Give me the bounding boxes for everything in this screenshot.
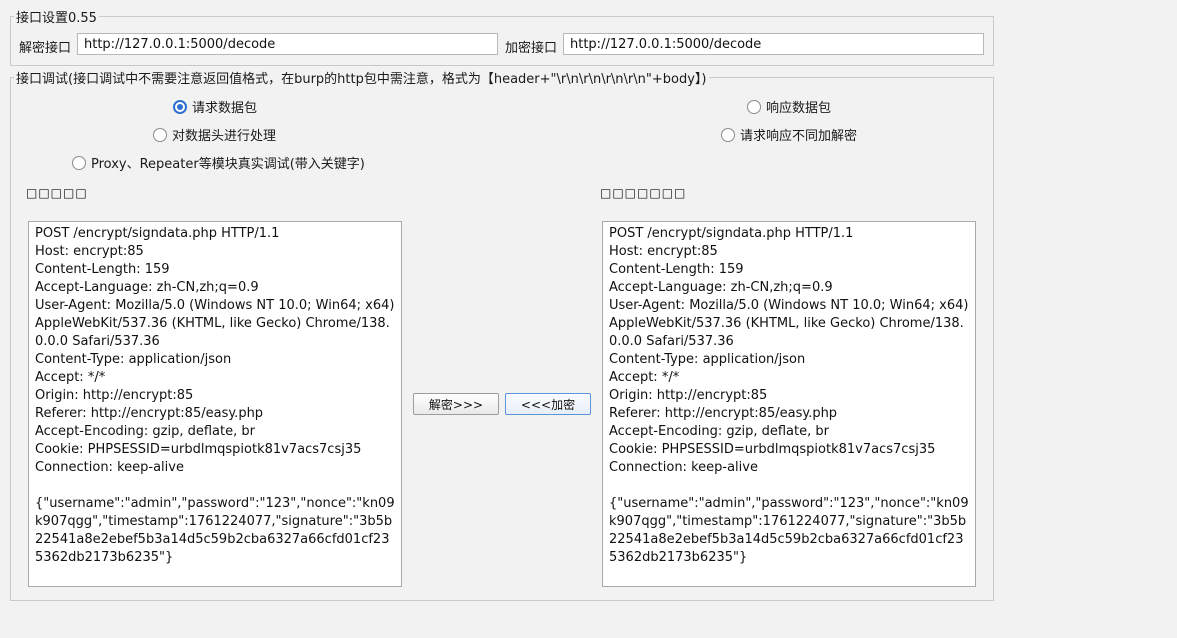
right-panel-title: □□□□□□□ (600, 186, 687, 200)
radio-request-packet[interactable]: 请求数据包 (173, 97, 257, 116)
result-packet-textarea[interactable] (602, 221, 976, 587)
decode-url-field[interactable] (77, 33, 498, 55)
debug-legend: 接口调试(接口调试中不需要注意返回值格式，在burp的http包中需注意，格式为… (14, 68, 709, 87)
radio-response-label: 响应数据包 (766, 101, 832, 116)
encrypt-button[interactable]: <<<加密 (505, 393, 591, 415)
left-panel-title: □□□□□ (26, 186, 88, 200)
radio-selected-icon (173, 99, 187, 114)
radio-proxy-label: Proxy、Repeater等模块真实调试(带入关键字) (91, 157, 365, 172)
decrypt-button[interactable]: 解密>>> (413, 393, 499, 415)
radio-process-header[interactable]: 对数据头进行处理 (153, 125, 276, 144)
radio-response-packet[interactable]: 响应数据包 (747, 97, 831, 116)
radio-header-label: 对数据头进行处理 (172, 129, 277, 144)
radio-no-decrypt-label: 请求响应不同加解密 (740, 129, 858, 144)
encode-url-field[interactable] (563, 33, 984, 55)
radio-unselected-icon (747, 99, 761, 114)
radio-unselected-icon (153, 127, 167, 142)
decode-url-label: 解密接口 (19, 41, 72, 56)
radio-proxy-debug[interactable]: Proxy、Repeater等模块真实调试(带入关键字) (72, 153, 365, 172)
radio-unselected-icon (72, 155, 86, 170)
radio-request-label: 请求数据包 (192, 101, 258, 116)
encode-url-label: 加密接口 (505, 41, 558, 56)
radio-different-crypto[interactable]: 请求响应不同加解密 (721, 125, 857, 144)
source-packet-textarea[interactable] (28, 221, 402, 587)
api-settings-legend: 接口设置0.55 (14, 7, 99, 26)
radio-unselected-icon (721, 127, 735, 142)
